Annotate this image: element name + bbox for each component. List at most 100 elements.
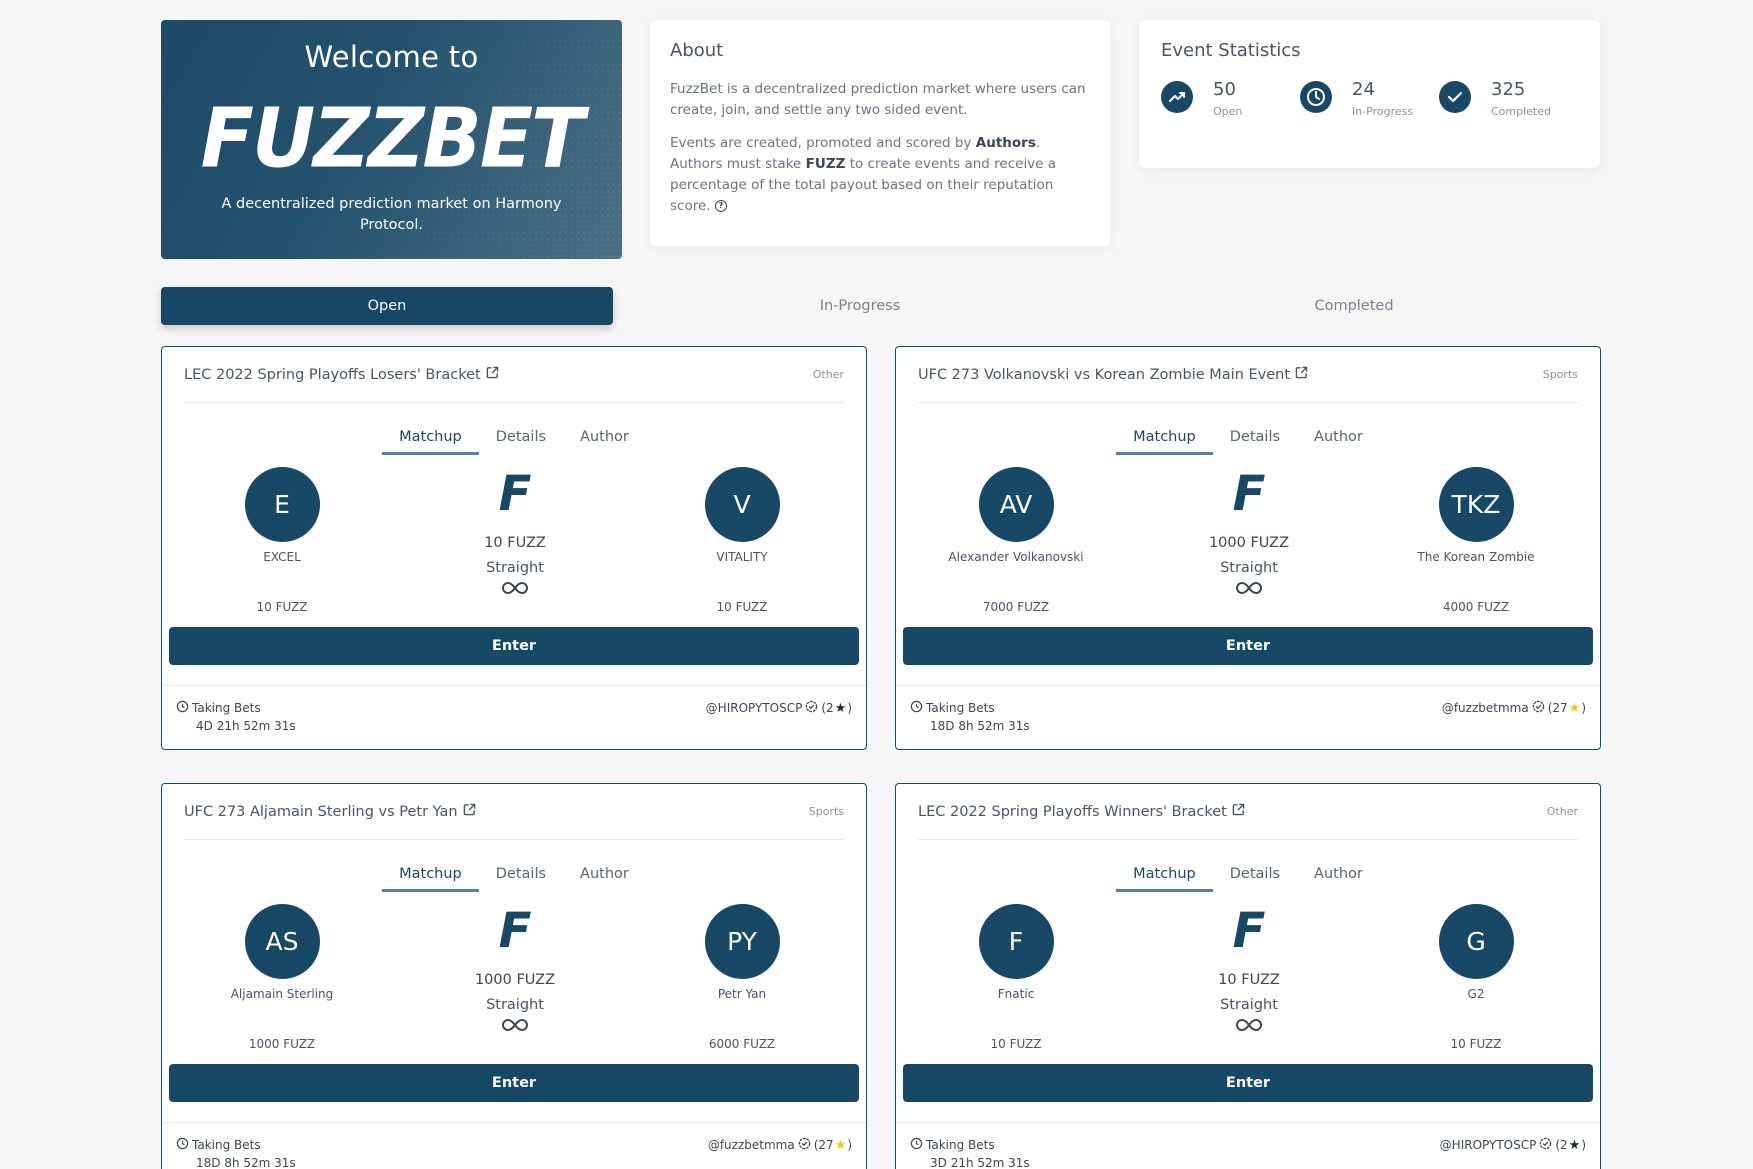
avatar[interactable]: E (244, 467, 320, 542)
help-icon[interactable]: ? (714, 200, 727, 212)
status-line: Taking Bets (910, 1137, 1030, 1153)
reputation: (27 ★) (813, 1137, 852, 1153)
subtab-details[interactable]: Details (1213, 425, 1297, 455)
matchup: AS Aljamain Sterling 1000 FUZZ F 1000 FU… (162, 892, 866, 1062)
clock-icon (910, 1137, 926, 1153)
author-handle[interactable]: @fuzzbetmma (1442, 701, 1529, 715)
team-left[interactable]: AS Aljamain Sterling 1000 FUZZ (182, 904, 382, 1051)
team-left[interactable]: F Fnatic 10 FUZZ (916, 904, 1116, 1051)
team-stake: 6000 FUZZ (708, 1037, 776, 1051)
avatar[interactable]: TKZ (1438, 467, 1514, 542)
subtab-details[interactable]: Details (479, 425, 563, 455)
event-card: UFC 273 Volkanovski vs Korean Zombie Mai… (895, 346, 1601, 750)
team-stake: 10 FUZZ (1450, 1037, 1502, 1051)
event-title-link[interactable]: UFC 273 Volkanovski vs Korean Zombie Mai… (918, 366, 1308, 383)
event-header: LEC 2022 Spring Playoffs Winners' Bracke… (918, 784, 1578, 840)
subtab-author[interactable]: Author (563, 425, 646, 455)
status-text: Taking Bets (926, 1138, 995, 1152)
event-footer: Taking Bets 18D 8h 52m 31s @fuzzbetmma (… (162, 1122, 866, 1169)
avatar[interactable]: PY (704, 904, 780, 979)
subtab-matchup[interactable]: Matchup (1116, 425, 1213, 455)
team-right[interactable]: TKZ The Korean Zombie 4000 FUZZ (1376, 467, 1576, 614)
avatar[interactable]: AV (978, 467, 1054, 542)
event-title[interactable]: LEC 2022 Spring Playoffs Winners' Bracke… (918, 804, 1227, 820)
event-title[interactable]: UFC 273 Volkanovski vs Korean Zombie Mai… (918, 367, 1290, 383)
subtab-matchup[interactable]: Matchup (1116, 862, 1213, 892)
enter-button[interactable]: Enter (903, 627, 1593, 665)
author-handle[interactable]: @HIROPYTOSCP (1440, 1138, 1537, 1152)
event-footer: Taking Bets 18D 8h 52m 31s @fuzzbetmma (… (896, 685, 1600, 749)
tab-completed[interactable]: Completed (1107, 287, 1601, 325)
pot-amount: 1000 FUZZ (1208, 535, 1290, 551)
author-info[interactable]: @HIROPYTOSCP (2 ★) (1440, 1137, 1586, 1153)
team-left[interactable]: AV Alexander Volkanovski 7000 FUZZ (916, 467, 1116, 614)
enter-button[interactable]: Enter (903, 1064, 1593, 1102)
event-title-link[interactable]: LEC 2022 Spring Playoffs Losers' Bracket (184, 366, 499, 383)
clock-icon (1300, 81, 1332, 113)
subtab-matchup[interactable]: Matchup (382, 862, 479, 892)
subtab-author[interactable]: Author (563, 862, 646, 892)
event-footer: Taking Bets 4D 21h 52m 31s @HIROPYTOSCP … (162, 685, 866, 749)
event-category: Other (812, 368, 844, 381)
event-card: LEC 2022 Spring Playoffs Winners' Bracke… (895, 783, 1601, 1169)
fuzz-logo-icon: F (1232, 466, 1266, 522)
author-info[interactable]: @fuzzbetmma (27 ★) (708, 1137, 852, 1153)
external-link-icon[interactable] (1227, 803, 1245, 820)
team-name: G2 (1467, 987, 1485, 1001)
verified-icon (795, 1137, 814, 1153)
external-link-icon[interactable] (458, 803, 476, 820)
star-icon: ★ (1568, 700, 1581, 716)
fuzzbet-logo: FUZZBET (200, 91, 585, 187)
event-category: Sports (808, 805, 844, 818)
author-info[interactable]: @HIROPYTOSCP (2 ★) (706, 700, 852, 716)
star-icon: ★ (834, 700, 847, 716)
matchup: E EXCEL 10 FUZZ F 10 FUZZ Straight V VIT… (162, 455, 866, 625)
team-right[interactable]: G G2 10 FUZZ (1376, 904, 1576, 1051)
avatar[interactable]: V (704, 467, 780, 542)
reputation: (2 ★) (821, 700, 852, 716)
event-header: UFC 273 Volkanovski vs Korean Zombie Mai… (918, 347, 1578, 403)
event-header: LEC 2022 Spring Playoffs Losers' Bracket… (184, 347, 844, 403)
verified-icon (802, 700, 821, 716)
subtab-details[interactable]: Details (479, 862, 563, 892)
event-subtabs: Matchup Details Author (162, 425, 866, 455)
author-info[interactable]: @fuzzbetmma (27 ★) (1442, 700, 1586, 716)
bet-type: Straight (486, 560, 544, 576)
hero-banner: Welcome to FUZZBET A decentralized predi… (161, 20, 622, 259)
verified-icon (1536, 1137, 1555, 1153)
hero-tagline: A decentralized prediction market on Har… (221, 196, 562, 233)
team-name: Alexander Volkanovski (948, 550, 1084, 564)
external-link-icon[interactable] (481, 366, 499, 383)
check-icon (1439, 81, 1471, 113)
team-left[interactable]: E EXCEL 10 FUZZ (182, 467, 382, 614)
avatar[interactable]: F (978, 904, 1054, 979)
team-right[interactable]: V VITALITY 10 FUZZ (642, 467, 842, 614)
event-subtabs: Matchup Details Author (162, 862, 866, 892)
enter-button[interactable]: Enter (169, 627, 859, 665)
infinity-icon (1146, 1017, 1352, 1033)
team-stake: 10 FUZZ (716, 600, 768, 614)
author-handle[interactable]: @fuzzbetmma (708, 1138, 795, 1152)
event-title-link[interactable]: UFC 273 Aljamain Sterling vs Petr Yan (184, 803, 476, 820)
star-icon: ★ (834, 1137, 847, 1153)
bet-type: Straight (1220, 997, 1278, 1013)
subtab-details[interactable]: Details (1213, 862, 1297, 892)
clock-icon (176, 700, 192, 716)
event-title[interactable]: UFC 273 Aljamain Sterling vs Petr Yan (184, 804, 458, 820)
event-title-link[interactable]: LEC 2022 Spring Playoffs Winners' Bracke… (918, 803, 1245, 820)
enter-button[interactable]: Enter (169, 1064, 859, 1102)
bet-type: Straight (1220, 560, 1278, 576)
avatar[interactable]: G (1438, 904, 1514, 979)
author-handle[interactable]: @HIROPYTOSCP (706, 701, 803, 715)
clock-icon (176, 1137, 192, 1153)
team-stake: 10 FUZZ (990, 1037, 1042, 1051)
avatar[interactable]: AS (244, 904, 320, 979)
team-right[interactable]: PY Petr Yan 6000 FUZZ (642, 904, 842, 1051)
subtab-matchup[interactable]: Matchup (382, 425, 479, 455)
event-title[interactable]: LEC 2022 Spring Playoffs Losers' Bracket (184, 367, 481, 383)
tab-in-progress[interactable]: In-Progress (613, 287, 1107, 325)
subtab-author[interactable]: Author (1297, 425, 1380, 455)
external-link-icon[interactable] (1290, 366, 1308, 383)
tab-open[interactable]: Open (161, 287, 613, 325)
subtab-author[interactable]: Author (1297, 862, 1380, 892)
